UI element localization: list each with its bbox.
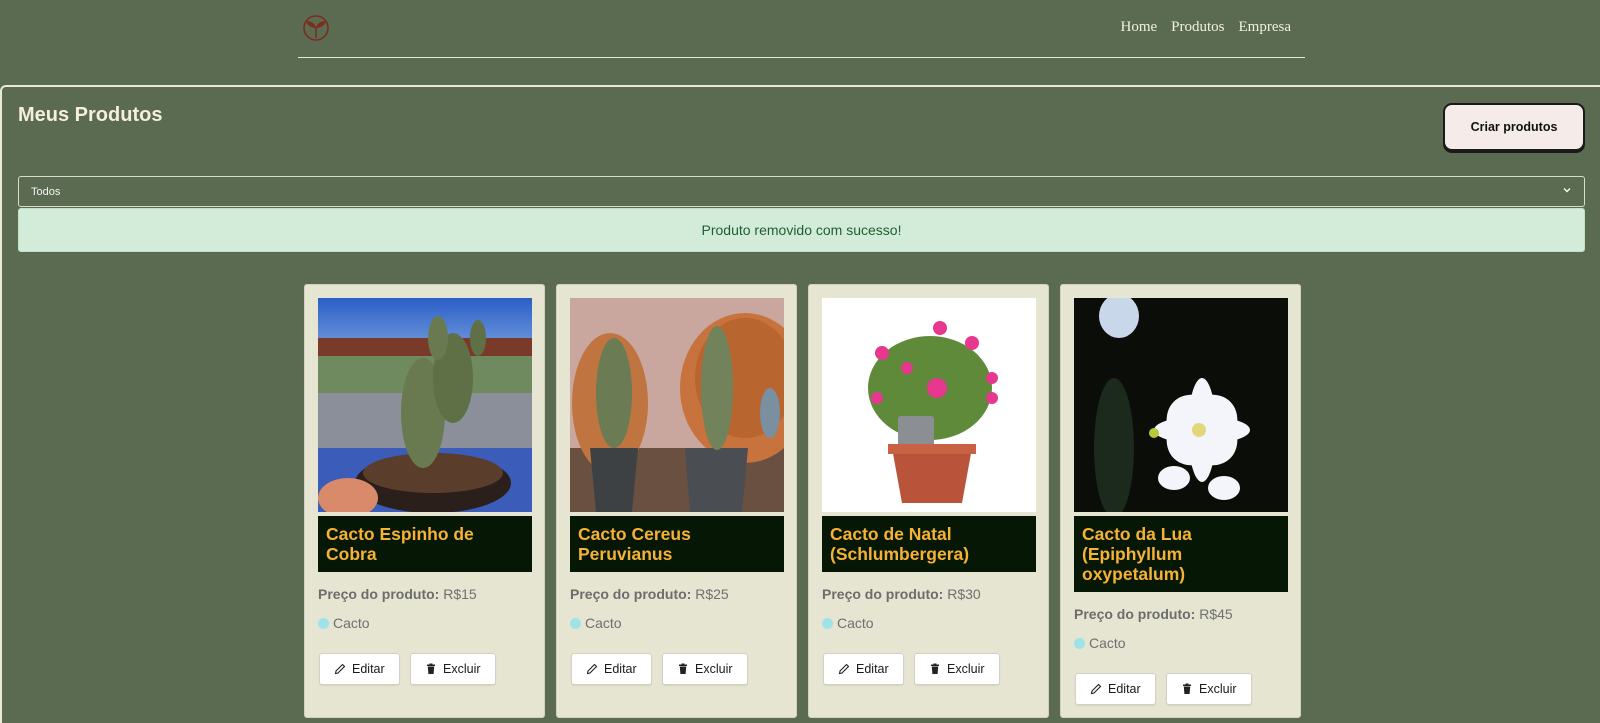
delete-button[interactable]: Excluir [410,653,496,685]
edit-button[interactable]: Editar [823,653,904,685]
create-products-button[interactable]: Criar produtos [1443,103,1585,151]
trash-icon [427,663,435,674]
category-label: Cacto [585,615,622,631]
product-category: Cacto [822,615,874,631]
category-dot-icon [822,617,833,629]
delete-button[interactable]: Excluir [662,653,748,685]
trash-icon [1183,683,1191,694]
product-card: Cacto de Natal (Schlumbergera) Preço do … [808,284,1049,718]
edit-label: Editar [352,662,385,676]
price-label: Preço do produto: [570,586,692,602]
edit-label: Editar [856,662,889,676]
product-name: Cacto de Natal (Schlumbergera) [822,516,1036,572]
main-nav: Home Produtos Empresa [1121,19,1292,36]
product-category: Cacto [570,615,622,631]
delete-button[interactable]: Excluir [914,653,1000,685]
product-card: Cacto da Lua (Epiphyllum oxypetalum) Pre… [1060,284,1301,718]
product-card: Cacto Cereus Peruvianus Preço do produto… [556,284,797,718]
category-dot-icon [570,617,581,629]
pencil-icon [586,663,598,675]
nav-link-produtos[interactable]: Produtos [1171,19,1224,36]
product-price: Preço do produto: R$15 [318,586,477,602]
delete-label: Excluir [947,662,985,676]
product-image [318,298,532,512]
delete-label: Excluir [443,662,481,676]
edit-button[interactable]: Editar [1075,673,1156,705]
edit-button[interactable]: Editar [319,653,400,685]
price-label: Preço do produto: [1074,606,1196,622]
price-value: R$45 [1199,606,1233,622]
product-name: Cacto Cereus Peruvianus [570,516,784,572]
trash-icon [931,663,939,674]
product-price: Preço do produto: R$30 [822,586,981,602]
delete-label: Excluir [695,662,733,676]
edit-label: Editar [604,662,637,676]
price-value: R$15 [443,586,477,602]
delete-label: Excluir [1199,682,1237,696]
nav-link-empresa[interactable]: Empresa [1239,19,1291,36]
product-image [822,298,1036,512]
delete-button[interactable]: Excluir [1166,673,1252,705]
product-price: Preço do produto: R$25 [570,586,729,602]
product-price: Preço do produto: R$45 [1074,606,1233,622]
price-label: Preço do produto: [822,586,944,602]
category-label: Cacto [837,615,874,631]
page-title: Meus Produtos [18,104,163,126]
success-alert: Produto removido com sucesso! [18,208,1585,252]
chevron-down-icon [1562,185,1572,198]
product-name: Cacto da Lua (Epiphyllum oxypetalum) [1074,516,1288,592]
edit-button[interactable]: Editar [571,653,652,685]
top-navbar: Home Produtos Empresa [298,0,1305,58]
category-filter-select[interactable]: Todos [18,176,1585,207]
price-value: R$30 [947,586,981,602]
price-value: R$25 [695,586,729,602]
pencil-icon [334,663,346,675]
category-label: Cacto [333,615,370,631]
filter-selected-value: Todos [31,185,61,198]
trash-icon [679,663,687,674]
product-category: Cacto [318,615,370,631]
category-dot-icon [318,617,329,629]
nav-link-home[interactable]: Home [1121,19,1158,36]
leaf-logo-icon[interactable] [302,14,330,42]
category-label: Cacto [1089,635,1126,651]
product-card: Cacto Espinho de Cobra Preço do produto:… [304,284,545,718]
pencil-icon [1090,683,1102,695]
product-image [1074,298,1288,512]
price-label: Preço do produto: [318,586,440,602]
product-category: Cacto [1074,635,1126,651]
product-image [570,298,784,512]
pencil-icon [838,663,850,675]
product-name: Cacto Espinho de Cobra [318,516,532,572]
edit-label: Editar [1108,682,1141,696]
category-dot-icon [1074,637,1085,649]
